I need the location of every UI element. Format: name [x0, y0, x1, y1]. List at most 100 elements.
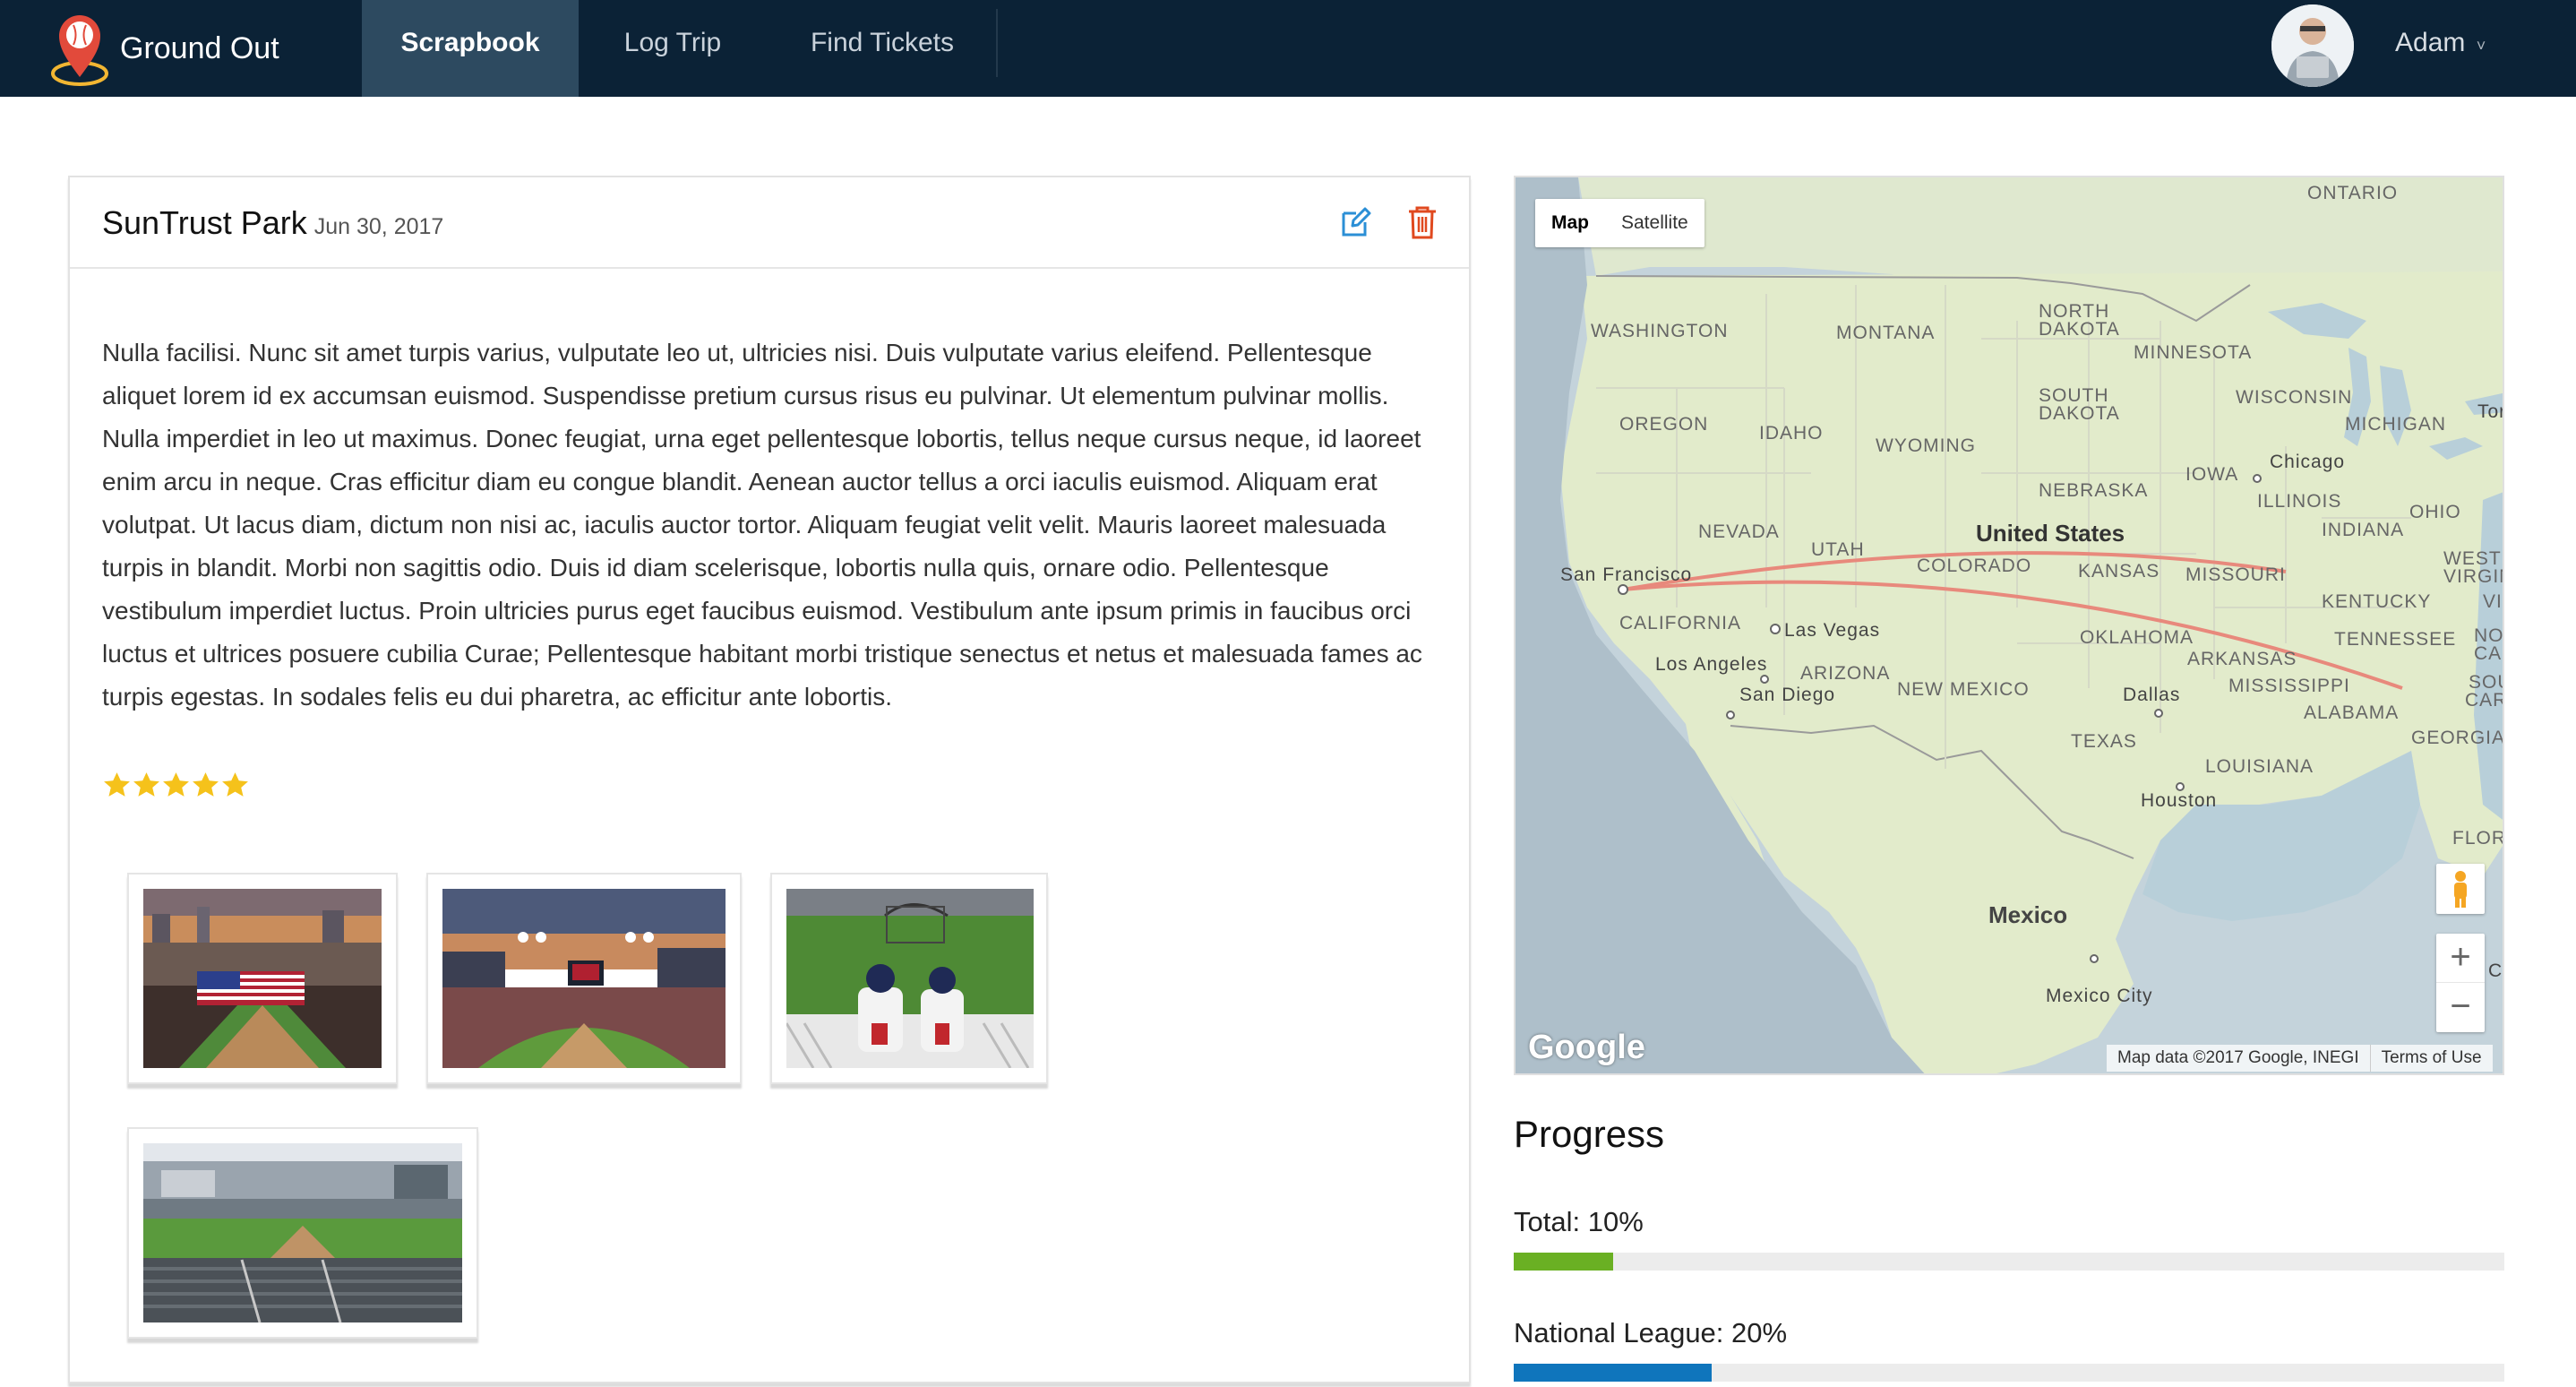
- brand[interactable]: Ground Out: [39, 0, 279, 97]
- progress-total-label: Total: 10%: [1514, 1206, 1644, 1237]
- progress-national-league-bar: [1514, 1364, 2504, 1382]
- map-type-control: Map Satellite: [1535, 199, 1704, 247]
- map-label: KENTUCKY: [2322, 591, 2431, 612]
- map-label: KANSAS: [2078, 561, 2160, 582]
- trip-notes: Nulla facilisi. Nunc sit amet turpis var…: [102, 339, 1422, 711]
- map-label: San Diego: [1739, 685, 1835, 705]
- ballpark-name: SunTrust Park: [102, 204, 307, 241]
- zoom-control: + −: [2436, 934, 2485, 1032]
- baseball-pin-logo-icon: [39, 5, 120, 91]
- map-label: TENNESSEE: [2334, 629, 2456, 650]
- photo-thumbnail[interactable]: [770, 873, 1048, 1084]
- map-label: VIRG: [2483, 591, 2504, 612]
- map-label: WYOMING: [1876, 435, 1976, 456]
- map-label: TEXAS: [2071, 731, 2137, 752]
- map-label: IOWA: [2185, 464, 2238, 485]
- nav-find-tickets-label: Find Tickets: [810, 28, 955, 57]
- map-label: CALIFORNIA: [1619, 613, 1741, 633]
- map-label: Mexico City: [2046, 986, 2153, 1006]
- progress-total-fill: [1514, 1253, 1613, 1271]
- map-label: Toro: [2477, 401, 2504, 422]
- card-title: SunTrust Park Jun 30, 2017: [102, 204, 443, 242]
- map-label: MONTANA: [1836, 323, 1935, 343]
- pegman-icon[interactable]: [2436, 864, 2485, 914]
- map-label: COLORADO: [1917, 556, 2031, 576]
- progress-national-league-fill: [1514, 1364, 1713, 1382]
- map-label: United States: [1976, 520, 2125, 547]
- map-type-satellite-button[interactable]: Satellite: [1605, 199, 1704, 247]
- map-label: OREGON: [1619, 414, 1708, 435]
- map-label: WISCONSIN: [2236, 387, 2352, 408]
- map-label: LOUISIANA: [2205, 756, 2314, 777]
- nav-log-trip[interactable]: Log Trip: [595, 0, 751, 97]
- trip-date: Jun 30, 2017: [313, 214, 444, 239]
- map-label: OHIO: [2409, 502, 2461, 522]
- map-label: WASHINGTON: [1591, 321, 1729, 341]
- navbar: Ground Out Scrapbook Log Trip Find Ticke…: [0, 0, 2576, 97]
- map-label: San Francisco: [1560, 564, 1692, 585]
- map-label: CARO: [2474, 643, 2504, 664]
- edit-icon[interactable]: [1340, 206, 1372, 238]
- card-header: SunTrust Park Jun 30, 2017: [70, 177, 1469, 269]
- map-label: NEW MEXICO: [1897, 679, 2030, 700]
- map-attribution: Map data ©2017 Google, INEGI Terms of Us…: [2107, 1045, 2493, 1072]
- star-icon: [133, 772, 159, 797]
- map-label: Los Angeles: [1655, 654, 1767, 675]
- stadium-seats-photo: [143, 1143, 462, 1322]
- user-menu[interactable]: Adam ˅: [2395, 0, 2486, 86]
- map-label: FLORIDA: [2452, 828, 2504, 849]
- nav-find-tickets[interactable]: Find Tickets: [783, 0, 982, 97]
- map-label: INDIANA: [2322, 520, 2404, 540]
- map-label: ILLINOIS: [2257, 491, 2341, 512]
- map-label: Houston: [2141, 790, 2217, 811]
- map-label: ONTARIO: [2307, 183, 2398, 203]
- star-icon: [163, 772, 189, 797]
- progress-national-league-label: National League: 20%: [1514, 1317, 1788, 1348]
- nav-scrapbook[interactable]: Scrapbook: [362, 0, 579, 97]
- terms-of-use-link[interactable]: Terms of Use: [2369, 1045, 2493, 1072]
- star-icon: [222, 772, 248, 797]
- map-label: DAKOTA: [2039, 403, 2120, 424]
- map-label: DAKOTA: [2039, 319, 2120, 340]
- progress-heading: Progress: [1514, 1113, 1665, 1155]
- map-label: Dallas: [2123, 685, 2180, 705]
- map-type-map-button[interactable]: Map: [1535, 199, 1605, 247]
- map-label: OKLAHOMA: [2080, 627, 2194, 648]
- chevron-down-icon: ˅: [2476, 37, 2486, 55]
- google-logo: Google: [1528, 1029, 1645, 1066]
- brand-name: Ground Out: [120, 30, 279, 65]
- map-label: MINNESOTA: [2134, 342, 2252, 363]
- map-label: IDAHO: [1759, 423, 1824, 444]
- stadium-flag-photo: [143, 889, 382, 1068]
- zoom-in-button[interactable]: +: [2436, 934, 2485, 983]
- photo-thumbnail[interactable]: [127, 873, 398, 1084]
- map-label: GEORGIA: [2411, 728, 2504, 748]
- map-label: MISSOURI: [2185, 564, 2286, 585]
- map-label: MISSISSIPPI: [2228, 676, 2350, 696]
- map-label: MICHIGAN: [2345, 414, 2446, 435]
- map-label: CAROLI: [2465, 690, 2504, 711]
- zoom-out-button[interactable]: −: [2436, 983, 2485, 1032]
- photo-thumbnail[interactable]: [127, 1127, 478, 1339]
- trash-icon[interactable]: [1406, 204, 1438, 240]
- progress-total-bar: [1514, 1253, 2504, 1271]
- map-label: ARIZONA: [1800, 663, 1890, 684]
- nav-scrapbook-label: Scrapbook: [400, 28, 540, 57]
- star-icon: [104, 772, 130, 797]
- map-label: Las Vegas: [1784, 620, 1880, 641]
- avatar[interactable]: [2271, 4, 2354, 87]
- kids-at-game-photo: [786, 889, 1034, 1068]
- map-label: Cu: [2488, 961, 2504, 981]
- map-label: VIRGINI: [2443, 566, 2504, 587]
- star-icon: [193, 772, 219, 797]
- map-label: ALABAMA: [2304, 702, 2399, 723]
- map-label: UTAH: [1811, 539, 1865, 560]
- nav-divider: [996, 9, 998, 77]
- photo-thumbnail[interactable]: [426, 873, 742, 1084]
- stadium-night-photo: [442, 889, 726, 1068]
- trip-map[interactable]: ONTARIO WASHINGTON MONTANA NORTH DAKOTA …: [1514, 176, 2504, 1075]
- user-name: Adam: [2395, 28, 2466, 57]
- nav-log-trip-label: Log Trip: [623, 28, 722, 57]
- map-label: Chicago: [2270, 452, 2345, 472]
- trip-card: SunTrust Park Jun 30, 2017 Nulla facilisi…: [68, 176, 1471, 1383]
